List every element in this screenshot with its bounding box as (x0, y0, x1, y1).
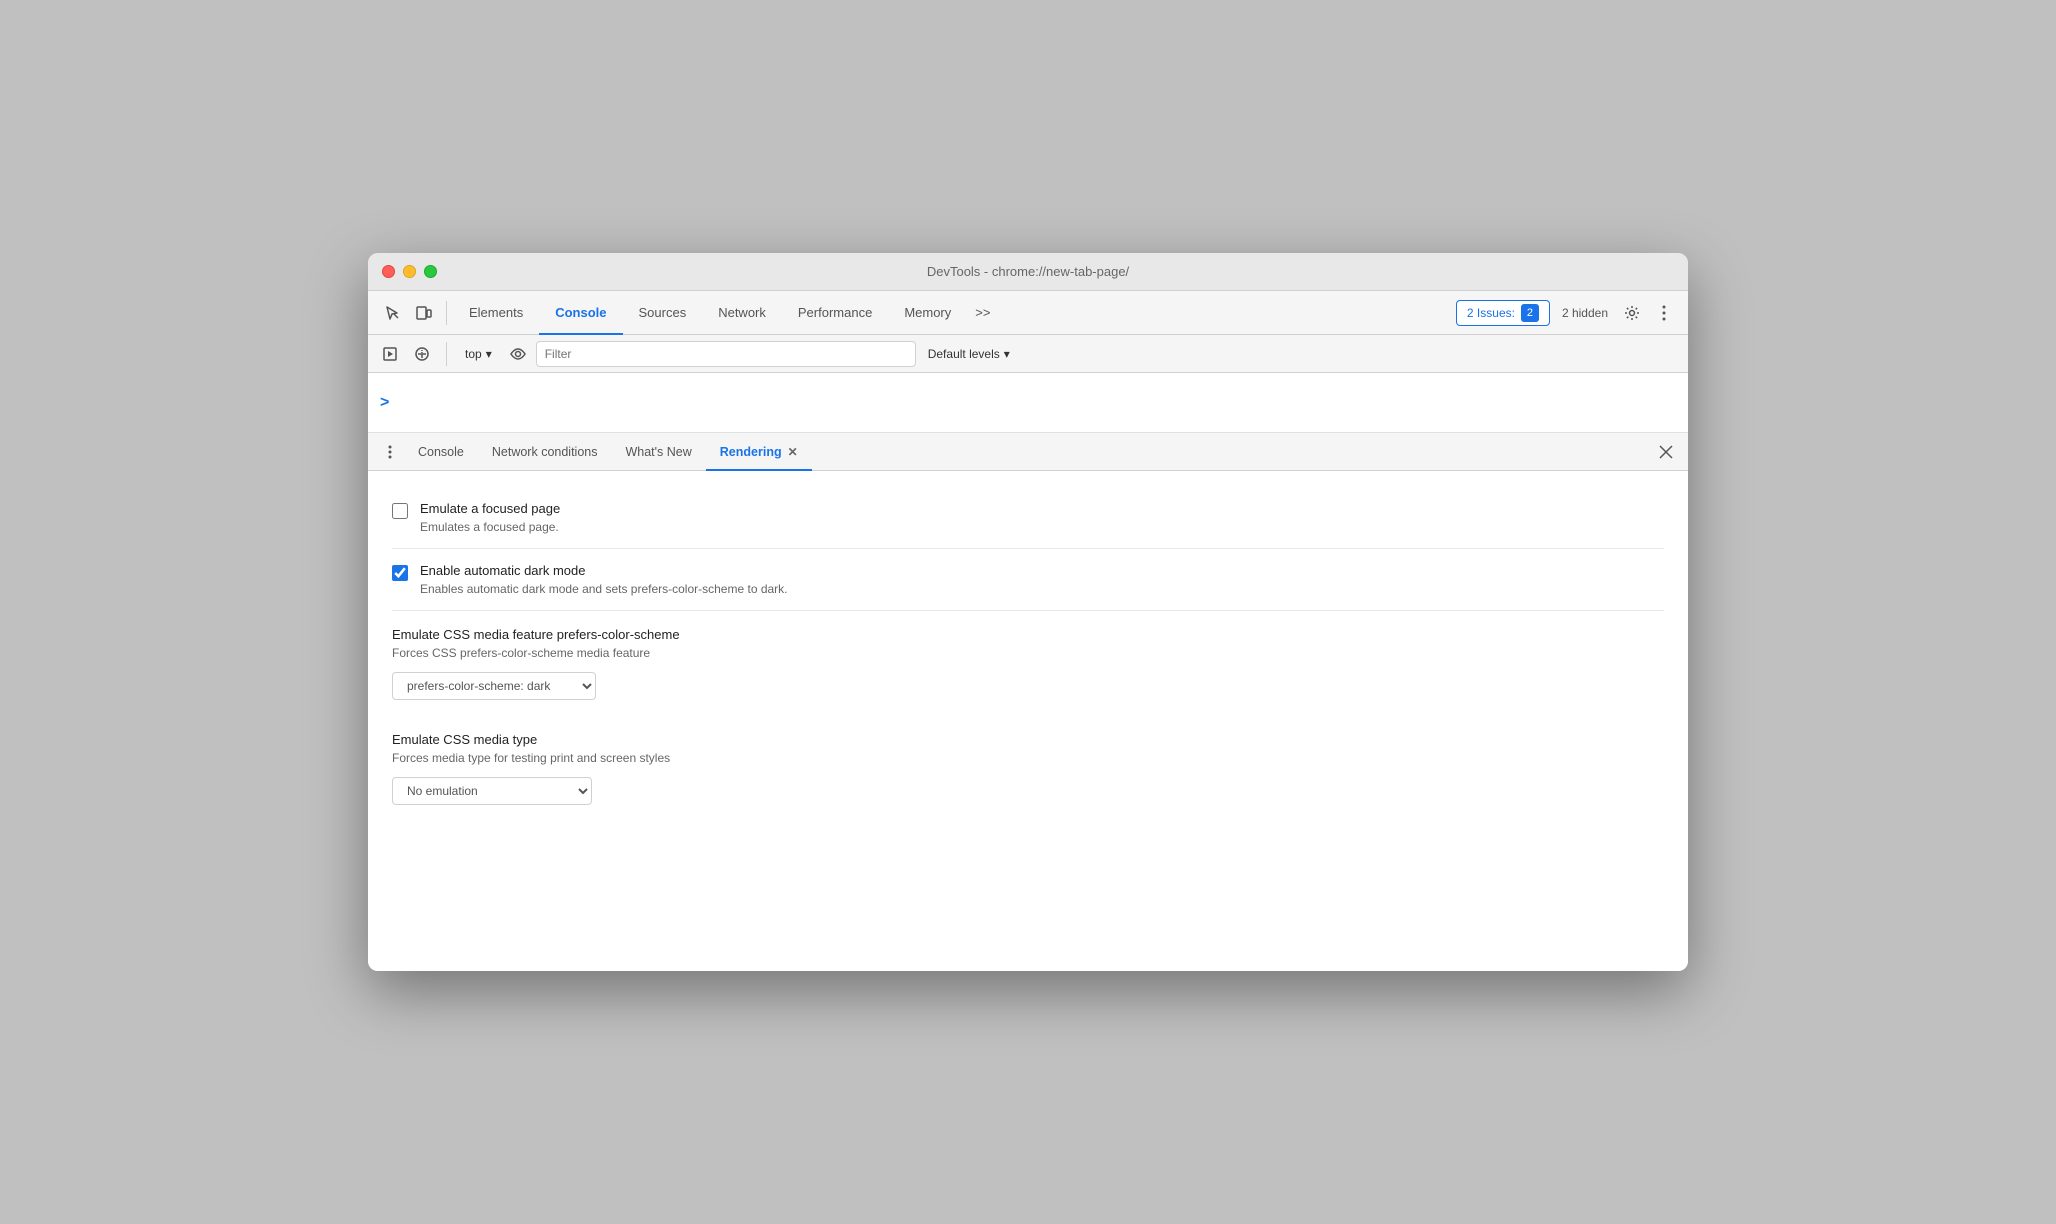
secondary-toolbar: top ▾ Default levels ▾ (368, 335, 1688, 373)
rendering-item-dark-mode: Enable automatic dark mode Enables autom… (392, 549, 1664, 611)
tab-whats-new[interactable]: What's New (611, 433, 705, 471)
device-icon[interactable] (408, 297, 440, 329)
tab-network[interactable]: Network (702, 291, 782, 335)
context-label: top (465, 347, 482, 361)
minimize-button[interactable] (403, 265, 416, 278)
close-panel-button[interactable] (1652, 438, 1680, 466)
more-options-icon[interactable] (1648, 297, 1680, 329)
bottom-tab-bar: Console Network conditions What's New Re… (368, 433, 1688, 471)
css-media-type-select[interactable]: No emulation print screen (392, 777, 592, 805)
log-levels-button[interactable]: Default levels ▾ (920, 345, 1018, 363)
main-toolbar: Elements Console Sources Network Perform… (368, 291, 1688, 335)
css-media-type-section: Emulate CSS media type Forces media type… (392, 716, 1664, 821)
filter-input[interactable] (536, 341, 916, 367)
tab-console-panel[interactable]: Console (404, 433, 478, 471)
settings-icon[interactable] (1616, 297, 1648, 329)
more-tabs-button[interactable]: >> (967, 297, 998, 329)
window-title: DevTools - chrome://new-tab-page/ (927, 264, 1129, 279)
tab-elements[interactable]: Elements (453, 291, 539, 335)
issues-label: 2 Issues: (1467, 306, 1515, 320)
css-media-type-desc: Forces media type for testing print and … (392, 751, 1664, 765)
css-color-scheme-section: Emulate CSS media feature prefers-color-… (392, 611, 1664, 716)
focused-page-checkbox[interactable] (392, 503, 408, 519)
issues-button[interactable]: 2 Issues: 2 (1456, 300, 1550, 326)
console-prompt[interactable]: > (380, 394, 389, 412)
main-content: > Console Network conditions (368, 373, 1688, 971)
tab-memory[interactable]: Memory (888, 291, 967, 335)
auto-dark-mode-checkbox[interactable] (392, 565, 408, 581)
separator-2 (446, 342, 447, 366)
hidden-count: 2 hidden (1554, 306, 1616, 320)
devtools-window: DevTools - chrome://new-tab-page/ Elemen… (368, 253, 1688, 971)
title-bar: DevTools - chrome://new-tab-page/ (368, 253, 1688, 291)
tab-sources[interactable]: Sources (623, 291, 703, 335)
tab-performance[interactable]: Performance (782, 291, 888, 335)
cursor-icon[interactable] (376, 297, 408, 329)
focused-page-title: Emulate a focused page (420, 501, 1664, 516)
live-expressions-icon[interactable] (504, 340, 532, 368)
levels-chevron-icon: ▾ (1004, 347, 1010, 361)
context-selector[interactable]: top ▾ (457, 345, 500, 363)
tab-network-conditions[interactable]: Network conditions (478, 433, 612, 471)
levels-label: Default levels (928, 347, 1000, 361)
clear-console-icon[interactable] (408, 340, 436, 368)
context-chevron-icon: ▾ (486, 347, 492, 361)
close-rendering-tab[interactable]: ✕ (788, 445, 798, 459)
tab-console[interactable]: Console (539, 291, 622, 335)
console-area[interactable]: > (368, 373, 1688, 433)
rendering-panel: Emulate a focused page Emulates a focuse… (368, 471, 1688, 971)
auto-dark-mode-title: Enable automatic dark mode (420, 563, 1664, 578)
issues-badge: 2 (1521, 304, 1539, 322)
css-color-scheme-title: Emulate CSS media feature prefers-color-… (392, 627, 1664, 642)
traffic-lights (382, 265, 437, 278)
close-button[interactable] (382, 265, 395, 278)
run-script-icon[interactable] (376, 340, 404, 368)
bottom-panel: Console Network conditions What's New Re… (368, 433, 1688, 971)
css-color-scheme-select[interactable]: prefers-color-scheme: dark prefers-color… (392, 672, 596, 700)
tab-rendering[interactable]: Rendering ✕ (706, 433, 812, 471)
panel-menu-icon[interactable] (376, 438, 404, 466)
css-media-type-title: Emulate CSS media type (392, 732, 1664, 747)
separator-1 (446, 301, 447, 325)
rendering-item-focused: Emulate a focused page Emulates a focuse… (392, 487, 1664, 549)
css-color-scheme-desc: Forces CSS prefers-color-scheme media fe… (392, 646, 1664, 660)
focused-page-desc: Emulates a focused page. (420, 520, 1664, 534)
maximize-button[interactable] (424, 265, 437, 278)
auto-dark-mode-desc: Enables automatic dark mode and sets pre… (420, 582, 1664, 596)
